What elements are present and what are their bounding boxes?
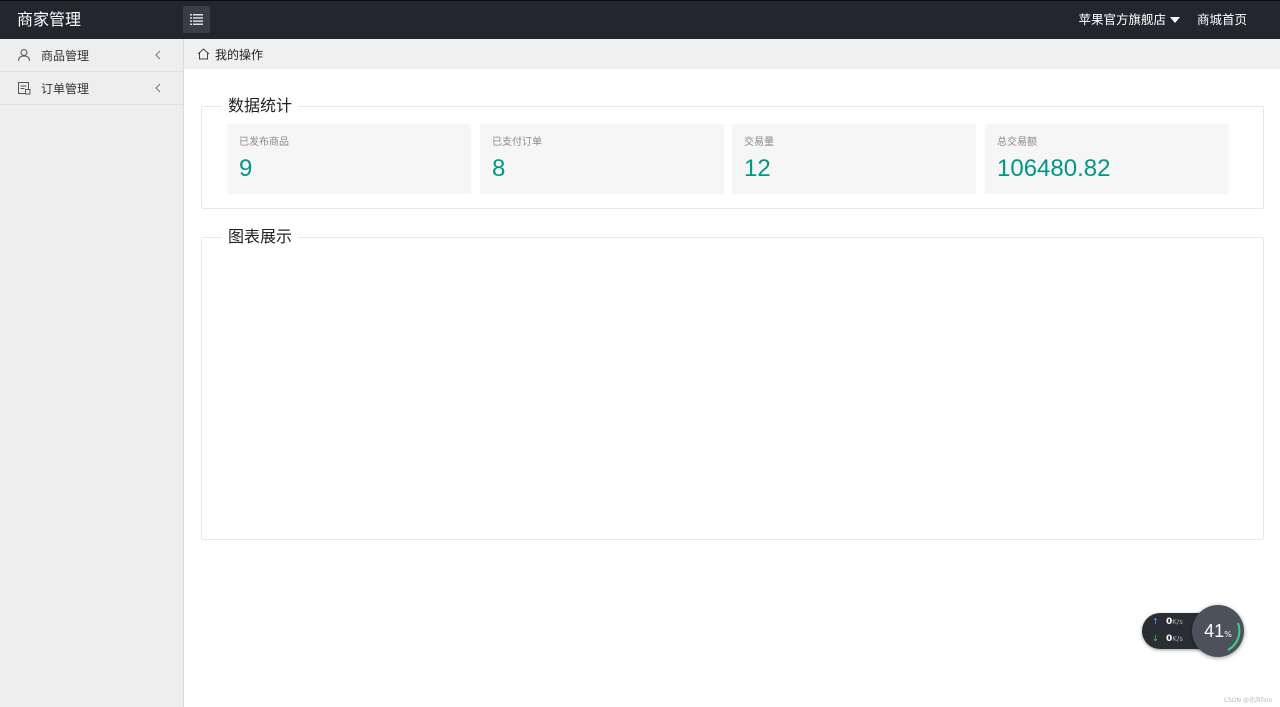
stat-card-transaction-count[interactable]: 交易量 12	[732, 124, 976, 194]
menu-toggle-button[interactable]	[183, 6, 210, 33]
upload-arrow-icon: ↑	[1152, 617, 1159, 626]
top-header: 商家管理 苹果官方旗舰店 商城首页	[0, 0, 1280, 39]
caret-down-icon	[1170, 17, 1180, 23]
store-dropdown[interactable]: 苹果官方旗舰店	[1078, 11, 1180, 29]
network-speed-widget[interactable]: ↑ 0K/s ↓ 0K/s 41%	[1142, 605, 1244, 657]
watermark: CSDN @北风feio	[1223, 697, 1272, 704]
sidebar-item-label: 订单管理	[41, 81, 90, 96]
stat-value: 106480.82	[997, 155, 1111, 182]
breadcrumb-label[interactable]: 我的操作	[215, 46, 263, 63]
stat-value: 8	[492, 155, 506, 182]
sidebar-item-products[interactable]: 商品管理	[0, 39, 183, 72]
stat-card-paid-orders[interactable]: 已支付订单 8	[480, 124, 724, 194]
stat-label: 总交易额	[997, 137, 1037, 148]
home-icon	[197, 47, 211, 61]
store-name: 苹果官方旗舰店	[1078, 12, 1166, 27]
download-unit: K/s	[1172, 635, 1183, 643]
stat-card-total-amount[interactable]: 总交易额 106480.82	[985, 124, 1229, 194]
sidebar-item-label: 商品管理	[41, 48, 90, 63]
stat-label: 已支付订单	[492, 137, 542, 148]
breadcrumb: 我的操作	[184, 39, 1280, 69]
chevron-left-icon	[151, 48, 163, 62]
charts-title: 图表展示	[228, 227, 293, 246]
app-logo[interactable]: 商家管理	[17, 9, 81, 31]
stat-card-published-products[interactable]: 已发布商品 9	[227, 124, 471, 194]
stats-title: 数据统计	[228, 96, 293, 115]
sidebar-item-orders[interactable]: 订单管理	[0, 72, 183, 105]
download-arrow-icon: ↓	[1152, 634, 1159, 643]
user-icon	[16, 47, 32, 63]
usage-arc	[1227, 622, 1241, 651]
mall-home-link[interactable]: 商城首页	[1197, 11, 1247, 29]
stat-value: 12	[744, 155, 771, 182]
order-icon	[16, 80, 32, 96]
stat-label: 交易量	[744, 137, 774, 148]
upload-unit: K/s	[1172, 618, 1183, 626]
chevron-left-icon	[151, 81, 163, 95]
list-icon	[190, 14, 203, 25]
sidebar: 商品管理 订单管理	[0, 39, 184, 707]
charts-panel: 图表展示	[201, 227, 1264, 540]
download-speed: ↓ 0K/s	[1152, 634, 1183, 644]
stat-value: 9	[239, 155, 253, 182]
usage-ring: 41%	[1192, 605, 1244, 657]
stat-label: 已发布商品	[239, 137, 289, 148]
upload-speed: ↑ 0K/s	[1152, 617, 1183, 627]
